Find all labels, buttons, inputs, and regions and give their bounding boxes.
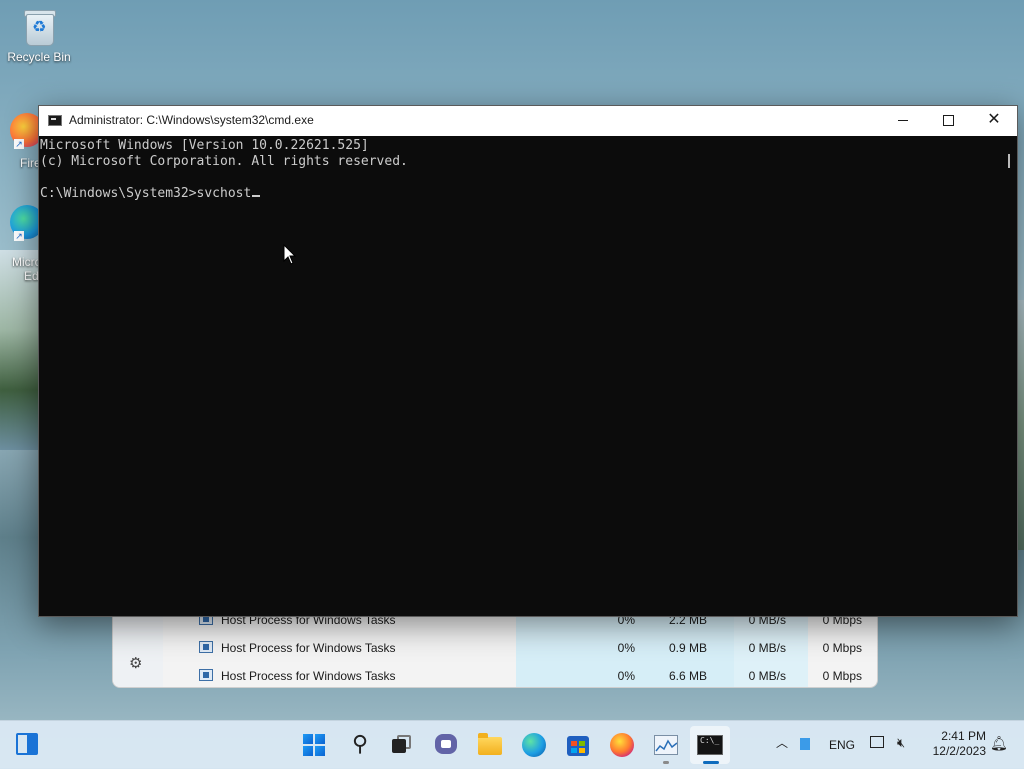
clock[interactable]: 2:41 PM 12/2/2023 [924,729,986,759]
command-prompt-taskbar-button[interactable]: C:\_ [696,731,724,759]
process-icon [199,641,213,653]
active-indicator [703,761,719,764]
store-button[interactable] [564,731,592,759]
notification-icon[interactable]: 🔔︎ [990,735,1008,752]
command-prompt-icon[interactable] [48,115,62,126]
network-cell: 0 Mbps [822,641,862,655]
network-cell: 0 Mbps [822,669,862,683]
firefox-icon [610,733,634,757]
shortcut-arrow-icon: ↗ [14,139,24,149]
recycle-bin-icon: ♻ [22,8,56,46]
disk-cell: 0 MB/s [748,641,786,655]
clock-time: 2:41 PM [941,729,986,743]
widgets-button[interactable] [14,731,42,759]
shortcut-arrow-icon: ↗ [14,231,24,241]
maximize-icon [942,115,954,127]
disk-cell: 0 MB/s [748,669,786,683]
clock-date: 12/2/2023 [932,744,986,758]
firefox-button[interactable] [608,731,636,759]
command-prompt-icon: C:\_ [697,735,723,755]
edge-desktop-label-line1: Micro [12,255,42,269]
recycle-bin-label: Recycle Bin [7,50,71,64]
console-line: (c) Microsoft Corporation. All rights re… [40,154,408,169]
console-prompt-line[interactable]: C:\Windows\System32>svchost [40,186,999,202]
chat-button[interactable] [432,731,460,759]
chat-icon [435,734,457,754]
process-name: Host Process for Windows Tasks [221,641,396,655]
search-icon: ⚲ [351,731,369,756]
console-command: C:\Windows\System32>svchost [40,186,252,201]
vertical-scrollbar[interactable] [1001,136,1017,614]
table-row[interactable]: Host Process for Windows Tasks 0% 0.9 MB… [163,634,877,662]
process-icon [199,669,213,681]
performance-monitor-button[interactable] [652,731,680,759]
task-view-button[interactable] [388,731,416,759]
window-title: Administrator: C:\Windows\system32\cmd.e… [69,113,314,127]
edge-button[interactable] [520,731,548,759]
gear-icon[interactable]: ⚙ [129,654,142,672]
scrollbar-thumb[interactable] [1008,154,1010,168]
text-cursor [252,195,261,197]
maximize-button[interactable] [925,106,971,136]
volume-muted-icon[interactable]: 🔇︎ [897,735,905,751]
close-button[interactable]: ✕ [971,106,1017,136]
search-button[interactable]: ⚲ [346,731,374,759]
widgets-icon [16,733,38,755]
close-icon: ✕ [987,111,1001,128]
network-icon[interactable] [870,736,884,748]
memory-cell: 6.6 MB [668,669,707,683]
mouse-pointer-icon [283,244,297,265]
minimize-icon [898,120,908,122]
performance-monitor-icon [654,735,678,755]
edge-icon [522,733,546,757]
file-explorer-button[interactable] [476,731,504,759]
store-icon [567,736,589,756]
console-output[interactable]: Microsoft Windows [Version 10.0.22621.52… [39,136,999,614]
language-indicator[interactable]: ENG [829,738,855,752]
edge-desktop-label-line2: Ed [24,269,39,283]
process-name: Host Process for Windows Tasks [221,669,396,683]
start-button[interactable] [300,731,328,759]
console-line: Microsoft Windows [Version 10.0.22621.52… [40,138,369,153]
chevron-up-icon[interactable]: ︿ [776,734,788,751]
file-explorer-icon [478,733,502,755]
cpu-cell: 0% [617,669,635,683]
start-icon [303,734,325,756]
tray-app-icon[interactable] [800,738,810,750]
table-row[interactable]: Host Process for Windows Tasks 0% 6.6 MB… [163,662,877,687]
title-bar[interactable]: Administrator: C:\Windows\system32\cmd.e… [39,106,1017,136]
cpu-cell: 0% [617,641,635,655]
memory-cell: 0.9 MB [668,641,707,655]
command-prompt-window[interactable]: Administrator: C:\Windows\system32\cmd.e… [38,105,1018,617]
minimize-button[interactable] [880,106,926,136]
running-indicator [663,761,669,764]
recycle-bin-desktop-icon[interactable]: ♻ Recycle Bin [1,8,77,64]
